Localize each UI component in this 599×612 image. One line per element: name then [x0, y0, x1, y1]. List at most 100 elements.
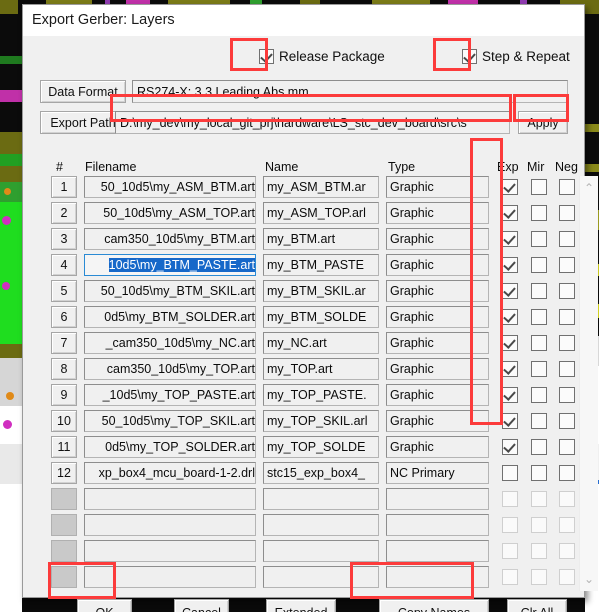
- mir-checkbox[interactable]: [531, 413, 547, 429]
- row-number-cell[interactable]: [51, 514, 77, 536]
- neg-checkbox[interactable]: [559, 413, 575, 429]
- filename-cell[interactable]: [84, 540, 256, 562]
- layer-type-cell[interactable]: Graphic: [386, 410, 489, 432]
- layer-name-cell[interactable]: my_BTM_SKIL.ar: [263, 280, 379, 302]
- neg-checkbox[interactable]: [559, 205, 575, 221]
- scroll-up-icon[interactable]: ⌃: [583, 182, 595, 194]
- neg-checkbox[interactable]: [559, 335, 575, 351]
- row-number-cell[interactable]: 7: [51, 332, 77, 354]
- filename-cell[interactable]: [84, 514, 256, 536]
- filename-cell[interactable]: [84, 488, 256, 510]
- row-number-cell[interactable]: 11: [51, 436, 77, 458]
- layer-name-cell[interactable]: my_BTM_SOLDE: [263, 306, 379, 328]
- neg-checkbox[interactable]: [559, 257, 575, 273]
- filename-cell[interactable]: cam350_10d5\my_TOP.art: [84, 358, 256, 380]
- step-repeat-checkbox[interactable]: Step & Repeat: [462, 49, 570, 64]
- layer-type-cell[interactable]: Graphic: [386, 332, 489, 354]
- neg-checkbox[interactable]: [559, 387, 575, 403]
- row-number-cell[interactable]: [51, 488, 77, 510]
- layer-type-cell[interactable]: Graphic: [386, 306, 489, 328]
- neg-checkbox[interactable]: [559, 439, 575, 455]
- filename-cell[interactable]: 0d5\my_BTM_SOLDER.art: [84, 306, 256, 328]
- layer-type-cell[interactable]: [386, 488, 489, 510]
- export-path-button[interactable]: Export Path: [40, 111, 126, 134]
- layer-name-cell[interactable]: my_NC.art: [263, 332, 379, 354]
- layer-type-cell[interactable]: Graphic: [386, 254, 489, 276]
- neg-checkbox[interactable]: [559, 231, 575, 247]
- exp-checkbox[interactable]: [502, 439, 518, 455]
- filename-cell[interactable]: 10d5\my_BTM_PASTE.art: [84, 254, 256, 276]
- exp-checkbox[interactable]: [502, 361, 518, 377]
- row-number-cell[interactable]: 9: [51, 384, 77, 406]
- layer-type-cell[interactable]: Graphic: [386, 202, 489, 224]
- layer-type-cell[interactable]: Graphic: [386, 436, 489, 458]
- layer-name-cell[interactable]: [263, 488, 379, 510]
- row-number-cell[interactable]: 2: [51, 202, 77, 224]
- layer-name-cell[interactable]: my_TOP_PASTE.: [263, 384, 379, 406]
- layer-name-cell[interactable]: my_ASM_BTM.ar: [263, 176, 379, 198]
- neg-checkbox[interactable]: [559, 179, 575, 195]
- neg-checkbox[interactable]: [559, 309, 575, 325]
- mir-checkbox[interactable]: [531, 387, 547, 403]
- layers-table-scrollbar[interactable]: ⌃ ⌄: [579, 176, 598, 591]
- layer-name-cell[interactable]: [263, 514, 379, 536]
- filename-cell[interactable]: _cam350_10d5\my_NC.art: [84, 332, 256, 354]
- filename-cell[interactable]: cam350_10d5\my_BTM.art: [84, 228, 256, 250]
- layer-name-cell[interactable]: [263, 566, 379, 588]
- layer-type-cell[interactable]: Graphic: [386, 358, 489, 380]
- export-path-input[interactable]: D:\my_dev\my_local_git_prj\hardware\LS_s…: [115, 111, 510, 134]
- filename-cell[interactable]: 50_10d5\my_BTM_SKIL.art: [84, 280, 256, 302]
- data-format-button[interactable]: Data Format: [40, 80, 126, 103]
- mir-checkbox[interactable]: [531, 439, 547, 455]
- exp-checkbox[interactable]: [502, 205, 518, 221]
- layer-type-cell[interactable]: NC Primary: [386, 462, 489, 484]
- mir-checkbox[interactable]: [531, 283, 547, 299]
- exp-checkbox[interactable]: [502, 335, 518, 351]
- mir-checkbox[interactable]: [531, 179, 547, 195]
- release-package-checkbox[interactable]: Release Package: [259, 49, 385, 64]
- neg-checkbox[interactable]: [559, 465, 575, 481]
- mir-checkbox[interactable]: [531, 257, 547, 273]
- exp-checkbox[interactable]: [502, 465, 518, 481]
- clr-all-button[interactable]: Clr All: [507, 599, 567, 612]
- layer-type-cell[interactable]: Graphic: [386, 228, 489, 250]
- mir-checkbox[interactable]: [531, 361, 547, 377]
- filename-cell[interactable]: 0d5\my_TOP_SOLDER.art: [84, 436, 256, 458]
- exp-checkbox[interactable]: [502, 309, 518, 325]
- exp-checkbox[interactable]: [502, 413, 518, 429]
- mir-checkbox[interactable]: [531, 231, 547, 247]
- row-number-cell[interactable]: [51, 566, 77, 588]
- filename-cell[interactable]: xp_box4_mcu_board-1-2.drl: [84, 462, 256, 484]
- mir-checkbox[interactable]: [531, 205, 547, 221]
- neg-checkbox[interactable]: [559, 361, 575, 377]
- layer-type-cell[interactable]: Graphic: [386, 280, 489, 302]
- exp-checkbox[interactable]: [502, 179, 518, 195]
- filename-cell[interactable]: [84, 566, 256, 588]
- layer-type-cell[interactable]: [386, 566, 489, 588]
- copy-names-button[interactable]: Copy Names: [379, 599, 489, 612]
- layer-name-cell[interactable]: my_TOP.art: [263, 358, 379, 380]
- layer-name-cell[interactable]: my_TOP_SKIL.arl: [263, 410, 379, 432]
- filename-cell[interactable]: 50_10d5\my_TOP_SKIL.art: [84, 410, 256, 432]
- layer-name-cell[interactable]: [263, 540, 379, 562]
- row-number-cell[interactable]: 1: [51, 176, 77, 198]
- exp-checkbox[interactable]: [502, 231, 518, 247]
- layer-name-cell[interactable]: my_ASM_TOP.arl: [263, 202, 379, 224]
- filename-cell[interactable]: _10d5\my_TOP_PASTE.art: [84, 384, 256, 406]
- layer-name-cell[interactable]: my_TOP_SOLDE: [263, 436, 379, 458]
- exp-checkbox[interactable]: [502, 283, 518, 299]
- filename-cell[interactable]: 50_10d5\my_ASM_BTM.art: [84, 176, 256, 198]
- row-number-cell[interactable]: 12: [51, 462, 77, 484]
- exp-checkbox[interactable]: [502, 257, 518, 273]
- data-format-input[interactable]: RS274-X: 3.3 Leading Abs mm: [132, 80, 568, 103]
- layer-name-cell[interactable]: my_BTM_PASTE: [263, 254, 379, 276]
- extended-button[interactable]: Extended: [266, 599, 336, 612]
- mir-checkbox[interactable]: [531, 309, 547, 325]
- layer-name-cell[interactable]: my_BTM.art: [263, 228, 379, 250]
- row-number-cell[interactable]: 4: [51, 254, 77, 276]
- row-number-cell[interactable]: 10: [51, 410, 77, 432]
- neg-checkbox[interactable]: [559, 283, 575, 299]
- scroll-down-icon[interactable]: ⌄: [583, 573, 595, 585]
- layer-type-cell[interactable]: [386, 514, 489, 536]
- row-number-cell[interactable]: 5: [51, 280, 77, 302]
